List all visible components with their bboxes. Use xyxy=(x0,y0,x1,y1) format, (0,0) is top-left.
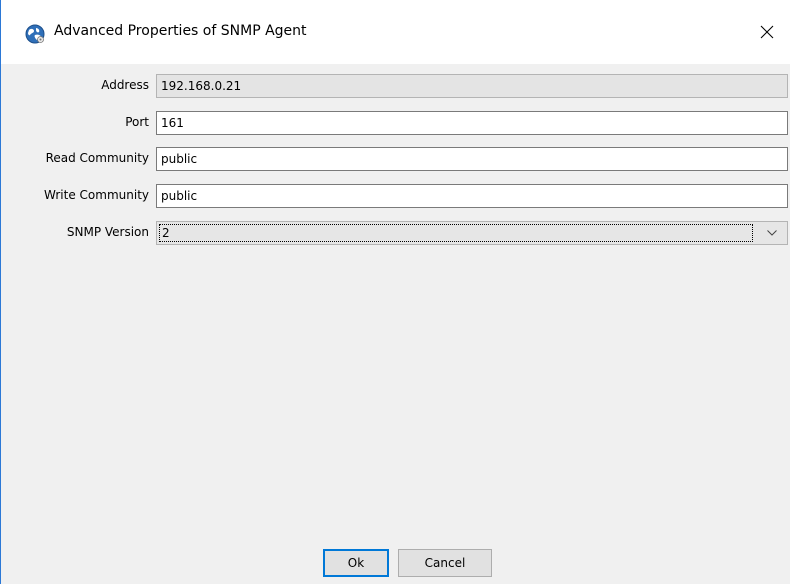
read-community-field[interactable] xyxy=(156,147,788,171)
snmp-version-select[interactable]: 2 xyxy=(156,221,788,245)
address-label: Address xyxy=(101,78,149,92)
snmp-agent-dialog: Advanced Properties of SNMP Agent Addres… xyxy=(0,0,790,584)
port-field[interactable] xyxy=(156,111,788,135)
ok-button[interactable]: Ok xyxy=(323,549,389,577)
snmp-version-row: SNMP Version 2 xyxy=(1,221,790,245)
write-community-field[interactable] xyxy=(156,184,788,208)
globe-icon xyxy=(25,24,45,44)
close-button[interactable] xyxy=(744,14,790,50)
chevron-down-icon[interactable] xyxy=(757,222,787,244)
read-community-label: Read Community xyxy=(45,151,149,165)
snmp-version-label: SNMP Version xyxy=(66,225,149,239)
snmp-version-value: 2 xyxy=(159,224,753,242)
port-label: Port xyxy=(125,115,149,129)
dialog-content: Address Port Read Community Write Commun… xyxy=(1,64,790,584)
port-row: Port xyxy=(1,111,790,135)
read-community-row: Read Community xyxy=(1,147,790,171)
title-bar[interactable]: Advanced Properties of SNMP Agent xyxy=(1,0,790,64)
cancel-button[interactable]: Cancel xyxy=(398,549,492,577)
write-community-label: Write Community xyxy=(44,188,149,202)
write-community-row: Write Community xyxy=(1,184,790,208)
address-row: Address xyxy=(1,74,790,98)
address-field[interactable] xyxy=(156,74,788,98)
close-icon xyxy=(760,25,774,39)
window-title: Advanced Properties of SNMP Agent xyxy=(54,23,307,39)
